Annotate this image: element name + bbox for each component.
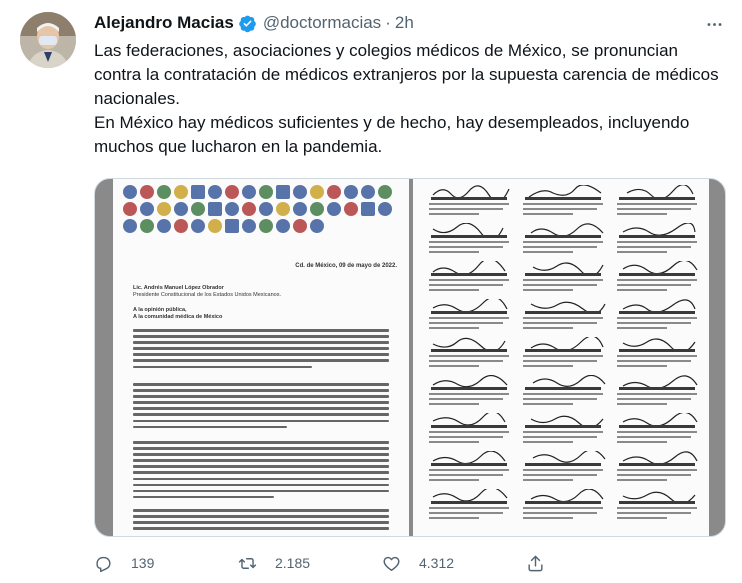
letter-body-paragraph [133,441,389,502]
letter-recipient-name: Lic. Andrés Manuel López Obrador [133,285,224,291]
signature-block [427,337,515,370]
signature-block [615,375,703,408]
letter-body-paragraph [133,329,389,372]
signature-block [427,299,515,332]
signature-block [521,223,609,256]
tweet-actions: 139 2.185 4.312 [94,551,654,575]
signature-block [521,261,609,294]
reply-button[interactable]: 139 [94,551,238,575]
signature-block [521,185,609,218]
verified-badge-icon [238,14,257,33]
reply-icon [96,556,111,572]
signature-block [615,185,703,218]
salutation-line: A la opinión pública, [133,307,187,313]
retweet-button[interactable]: 2.185 [238,551,382,575]
letter-body-paragraph [133,509,389,533]
signature-block [521,337,609,370]
letterhead-logos [123,185,399,233]
tweet-paragraph: En México hay médicos suficientes y de h… [94,113,690,156]
signature-block [427,489,515,522]
signature-block [615,413,703,446]
avatar-photo [20,12,76,68]
signature-block [521,375,609,408]
signature-block [615,451,703,484]
tweet[interactable]: Alejandro Macias @doctormacias · 2h Las … [0,0,742,583]
letter-body-paragraph [133,383,389,432]
signature-block [521,413,609,446]
author-name[interactable]: Alejandro Macias [94,13,234,33]
signature-block [427,375,515,408]
like-button[interactable]: 4.312 [382,551,526,575]
tweet-timestamp[interactable]: 2h [395,13,414,33]
salutation-line: A la comunidad médica de México [133,314,223,320]
tweet-text: Las federaciones, asociaciones y colegio… [94,39,726,159]
signature-block [615,489,703,522]
signature-block [521,451,609,484]
signature-block [615,223,703,256]
like-icon [383,556,400,571]
letter-date: Cd. de México, 09 de mayo de 2022. [295,263,397,269]
signature-block [427,261,515,294]
author-handle[interactable]: @doctormacias [263,13,381,33]
tweet-media-image[interactable]: Cd. de México, 09 de mayo de 2022. Lic. … [94,178,726,537]
tweet-paragraph: Las federaciones, asociaciones y colegio… [94,41,719,108]
signature-block [427,413,515,446]
signature-block [521,299,609,332]
signature-block [427,223,515,256]
reply-count: 139 [131,555,155,571]
signature-block [615,261,703,294]
signature-block [521,489,609,522]
signature-block [427,185,515,218]
signature-block [427,451,515,484]
letter-recipient-title: Presidente Constitucional de los Estados… [133,292,281,298]
letter-page: Cd. de México, 09 de mayo de 2022. Lic. … [113,179,409,536]
share-button[interactable] [526,551,566,575]
avatar[interactable] [20,12,76,68]
signatures-page [413,179,709,536]
letter-salutation: A la opinión pública, A la comunidad méd… [133,307,222,321]
tweet-header: Alejandro Macias @doctormacias · 2h [94,12,414,34]
signature-block [615,337,703,370]
retweet-count: 2.185 [275,555,311,571]
separator-dot: · [385,13,391,32]
more-icon[interactable] [704,14,724,34]
signature-grid [427,185,703,522]
signature-block [615,299,703,332]
letter-recipient: Lic. Andrés Manuel López Obrador Preside… [133,285,281,299]
retweet-icon [238,557,257,569]
like-count: 4.312 [419,555,455,571]
share-icon [528,555,543,571]
